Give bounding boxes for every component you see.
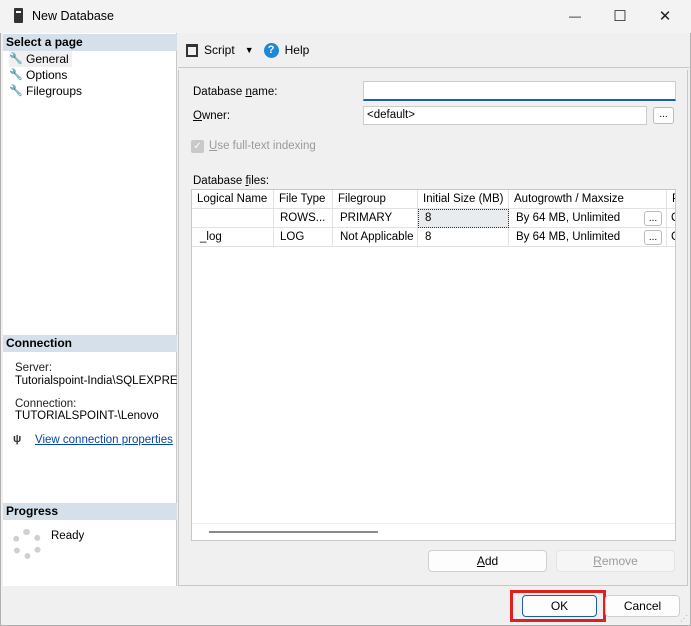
path-cell[interactable]: C — [667, 209, 675, 228]
cancel-button[interactable]: Cancel — [605, 595, 680, 617]
scrollbar-thumb[interactable] — [209, 531, 378, 533]
database-name-input[interactable] — [363, 81, 676, 101]
ok-button[interactable]: OK — [522, 595, 597, 617]
fulltext-label: Use full-text indexing — [209, 140, 316, 152]
progress-status: Ready — [51, 530, 85, 542]
minimize-button[interactable]: — — [552, 0, 598, 32]
connection-label: Connection: — [15, 398, 77, 410]
column-header[interactable]: Filegroup — [333, 190, 418, 209]
fulltext-checkbox[interactable]: ✓ — [191, 140, 204, 153]
script-dropdown-icon[interactable]: ▼ — [245, 45, 254, 55]
owner-input[interactable]: <default> — [363, 106, 647, 125]
server-label: Server: — [15, 362, 53, 374]
toolbar: Script ▼ ? Help — [178, 33, 689, 68]
sidebar-item-filegroups[interactable]: 🔧 Filegroups — [9, 83, 85, 99]
sidebar-item-general[interactable]: 🔧 General — [9, 51, 72, 67]
sidebar-item-label: General — [26, 52, 69, 66]
script-icon — [186, 43, 198, 57]
file-type-cell[interactable]: ROWS... — [274, 209, 333, 228]
wrench-icon: 🔧 — [9, 53, 23, 65]
connection-value: TUTORIALSPOINT-\Lenovo — [15, 410, 159, 422]
initial-size-cell[interactable]: 8 — [418, 228, 509, 247]
column-header[interactable]: Autogrowth / Maxsize — [509, 190, 667, 209]
resize-grip-icon[interactable]: ⋰ — [680, 614, 688, 623]
maximize-button[interactable]: ☐ — [597, 0, 643, 32]
logical-name-cell[interactable]: _log — [192, 228, 274, 247]
horizontal-scrollbar[interactable] — [192, 523, 675, 540]
select-page-header: Select a page — [3, 34, 177, 51]
wrench-icon: 🔧 — [9, 69, 23, 81]
connection-header: Connection — [3, 335, 177, 352]
filegroup-cell[interactable]: PRIMARY — [333, 209, 418, 228]
filegroup-cell[interactable]: Not Applicable — [333, 228, 418, 247]
sidebar-item-label: Options — [26, 68, 68, 82]
title-bar: New Database — ☐ ✕ — [0, 0, 691, 33]
add-button[interactable]: Add — [428, 550, 547, 572]
database-icon — [14, 8, 23, 23]
sidebar-item-label: Filegroups — [26, 84, 83, 98]
script-button[interactable]: Script — [204, 43, 235, 57]
database-files-grid[interactable]: Logical Name File Type Filegroup Initial… — [191, 189, 676, 541]
progress-header: Progress — [3, 503, 177, 520]
server-value: Tutorialspoint-India\SQLEXPRESS — [15, 375, 177, 387]
logical-name-cell[interactable] — [192, 209, 274, 228]
plug-icon: ψ — [13, 433, 22, 445]
wrench-icon: 🔧 — [9, 85, 23, 97]
column-header[interactable]: P — [667, 190, 675, 209]
owner-label: Owner: — [193, 110, 231, 122]
autogrowth-edit-button[interactable]: ... — [644, 211, 662, 226]
database-name-label: Database name: — [193, 86, 278, 98]
autogrowth-edit-button[interactable]: ... — [644, 230, 662, 245]
column-header[interactable]: File Type — [274, 190, 333, 209]
path-cell[interactable]: C — [667, 228, 675, 247]
remove-button[interactable]: Remove — [556, 550, 675, 572]
column-header[interactable]: Logical Name — [192, 190, 274, 209]
progress-spinner-icon — [12, 529, 42, 559]
close-button[interactable]: ✕ — [642, 0, 688, 32]
file-type-cell[interactable]: LOG — [274, 228, 333, 247]
left-panel: Select a page 🔧 General 🔧 Options 🔧 Filegro… — [3, 33, 177, 586]
help-button[interactable]: Help — [285, 43, 310, 57]
window-title: New Database — [32, 9, 114, 23]
owner-browse-button[interactable]: ... — [653, 107, 674, 124]
sidebar-item-options[interactable]: 🔧 Options — [9, 67, 70, 83]
database-files-label: Database files: — [193, 175, 270, 187]
help-icon: ? — [263, 42, 279, 58]
initial-size-cell[interactable]: 8 — [418, 209, 509, 228]
column-header[interactable]: Initial Size (MB) — [418, 190, 509, 209]
view-connection-properties-link[interactable]: View connection properties — [35, 434, 173, 446]
